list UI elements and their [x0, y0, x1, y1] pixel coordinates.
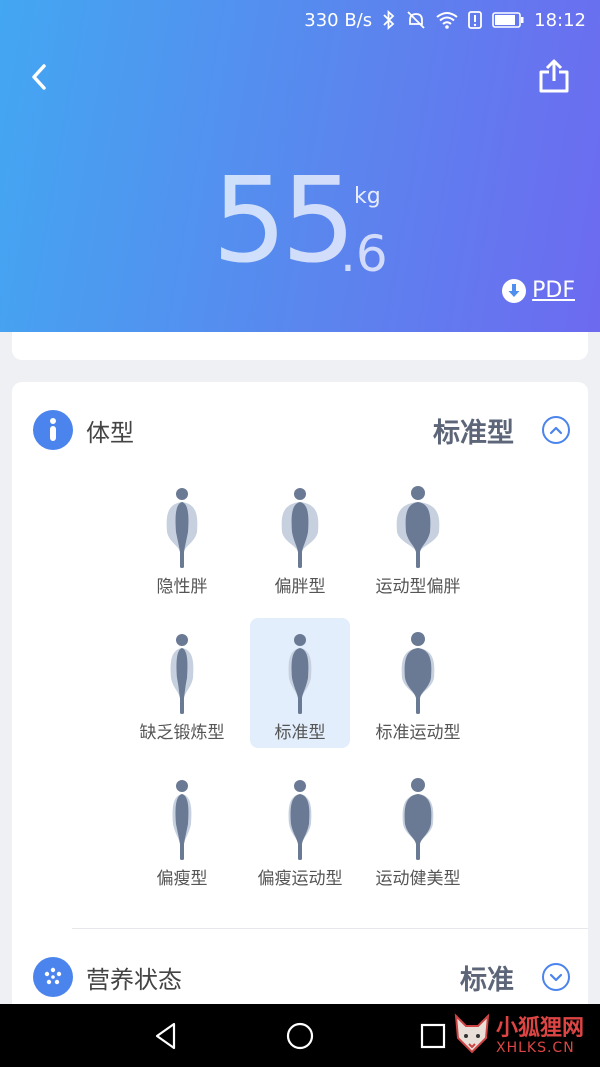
header: 330 B/s 18:12 55 kg .6 PDF [0, 0, 600, 332]
weight-decimal: .6 [340, 225, 388, 283]
weight-display: 55 kg .6 [0, 160, 600, 290]
body-type-option[interactable]: 运动型偏胖 [368, 472, 468, 602]
body-type-option[interactable]: 运动健美型 [368, 764, 468, 894]
nav-home-button[interactable] [282, 1018, 318, 1054]
share-button[interactable] [536, 56, 572, 96]
nutrition-icon [33, 957, 73, 997]
body-type-header[interactable]: 体型 标准型 [12, 400, 588, 460]
clock: 18:12 [534, 9, 586, 31]
pdf-label: PDF [532, 278, 575, 303]
network-speed: 330 B/s [304, 9, 373, 31]
weight-unit: kg [354, 184, 381, 209]
body-type-option[interactable]: 标准型 [250, 618, 350, 748]
watermark: 小狐狸网 XHLKS.CN [452, 1006, 592, 1064]
analysis-card: 体型 标准型 隐性胖 偏胖型 运动型偏胖 缺乏锻炼型 标准型 标准运动型 偏瘦型… [12, 382, 588, 1022]
back-button[interactable] [22, 60, 56, 94]
home-circle-icon [286, 1022, 314, 1050]
chevron-left-icon [32, 64, 46, 90]
watermark-url: XHLKS.CN [496, 1040, 575, 1056]
bluetooth-icon [382, 10, 396, 30]
mute-icon [406, 10, 426, 30]
back-triangle-icon [155, 1022, 176, 1050]
body-type-value: 标准型 [433, 417, 514, 449]
nav-back-button[interactable] [148, 1018, 184, 1054]
body-type-option[interactable]: 偏瘦型 [132, 764, 232, 894]
nutrition-value: 标准 [460, 964, 514, 996]
person-icon [33, 410, 73, 450]
body-type-option[interactable]: 隐性胖 [132, 472, 232, 602]
body-type-label: 运动型偏胖 [375, 577, 461, 597]
previous-card-bottom [12, 332, 588, 360]
nav-recents-button[interactable] [415, 1018, 451, 1054]
body-type-label: 标准运动型 [375, 723, 461, 743]
status-bar: 330 B/s 18:12 [304, 6, 586, 34]
wifi-icon [436, 11, 458, 29]
weight-integer: 55 [212, 151, 356, 289]
share-icon [539, 59, 569, 93]
body-type-option[interactable]: 标准运动型 [368, 618, 468, 748]
chevron-down-icon[interactable] [542, 963, 570, 991]
body-type-option[interactable]: 偏胖型 [250, 472, 350, 602]
chevron-up-icon[interactable] [542, 416, 570, 444]
watermark-text: 小狐狸网 [496, 1016, 585, 1041]
battery-icon [492, 12, 524, 28]
nutrition-title: 营养状态 [86, 965, 182, 994]
pdf-download-button[interactable]: PDF [502, 278, 575, 303]
body-type-label: 运动健美型 [375, 869, 461, 889]
section-divider [72, 928, 588, 929]
fox-logo-icon [454, 1013, 490, 1054]
recents-square-icon [420, 1023, 446, 1049]
nutrition-header[interactable]: 营养状态 标准 [12, 947, 588, 1007]
body-type-option[interactable]: 缺乏锻炼型 [132, 618, 232, 748]
alert-icon [468, 11, 483, 29]
body-type-option[interactable]: 偏瘦运动型 [250, 764, 350, 894]
body-type-title: 体型 [86, 418, 134, 447]
download-icon [502, 278, 527, 303]
